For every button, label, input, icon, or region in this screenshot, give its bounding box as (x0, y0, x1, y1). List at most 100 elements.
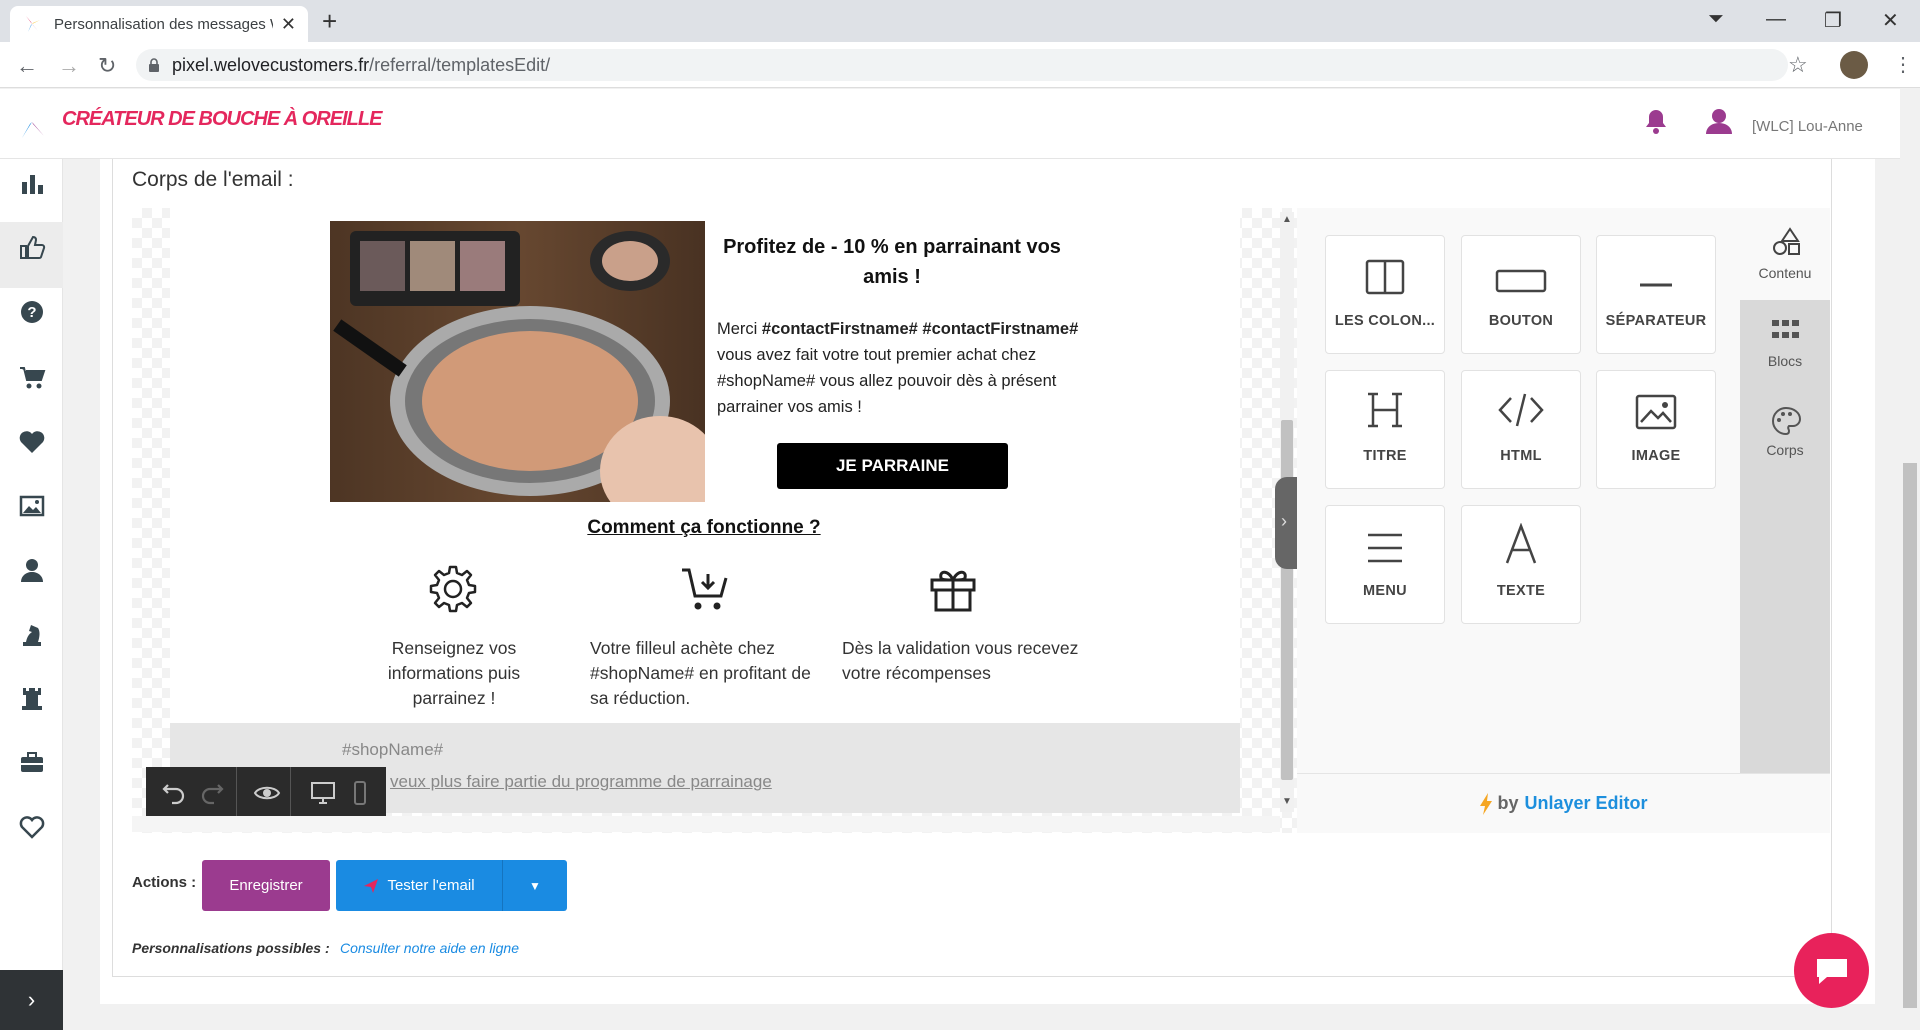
tool-separator[interactable]: SÉPARATEUR (1596, 235, 1716, 354)
tab-blocs[interactable]: Blocs (1740, 353, 1830, 369)
tab-corps[interactable]: Corps (1740, 442, 1830, 458)
unsubscribe-link[interactable]: veux plus faire partie du programme de p… (390, 772, 772, 792)
tool-button[interactable]: BOUTON (1461, 235, 1581, 354)
personalisation-label: Personnalisations possibles : (132, 940, 330, 956)
test-email-dropdown-icon[interactable]: ▼ (502, 860, 567, 911)
tool-separator-label: SÉPARATEUR (1605, 313, 1707, 329)
site-favicon-icon (26, 16, 40, 32)
step-2-text[interactable]: Votre filleul achète chez #shopName# en … (590, 636, 820, 711)
chess-knight-icon[interactable] (18, 620, 46, 648)
user-account-icon[interactable] (1705, 108, 1733, 134)
profile-avatar[interactable] (1840, 51, 1868, 79)
forward-icon[interactable]: → (58, 53, 80, 79)
sidebar-expand-icon[interactable]: › (0, 970, 63, 1030)
unlayer-by: by (1497, 793, 1519, 813)
test-email-button[interactable]: Tester l'email (336, 860, 502, 911)
tab-title: Personnalisation des messages W (54, 15, 273, 33)
footer-shopname[interactable]: #shopName# (342, 740, 443, 760)
reload-icon[interactable]: ↻ (98, 53, 116, 79)
tool-text-label: TEXTE (1496, 583, 1546, 599)
tool-menu-label: MENU (1363, 583, 1407, 599)
canvas-scroll-thumb[interactable] (1281, 420, 1293, 780)
sidebar (0, 159, 63, 1030)
thumbs-up-icon[interactable] (18, 234, 46, 262)
tool-title-label: TITRE (1363, 448, 1407, 464)
tool-menu[interactable]: MENU (1325, 505, 1445, 624)
canvas-horizontal-scrollbar[interactable] (132, 816, 1280, 832)
notification-bell-icon[interactable] (1644, 108, 1668, 134)
email-body-label: Corps de l'email : (132, 168, 294, 191)
svg-text:?: ? (27, 304, 36, 321)
app-logo-icon[interactable] (12, 104, 52, 140)
save-button[interactable]: Enregistrer (202, 860, 330, 911)
help-online-link[interactable]: Consulter notre aide en ligne (340, 940, 519, 956)
cart-icon[interactable] (18, 364, 46, 392)
new-tab-icon[interactable]: + (322, 6, 337, 37)
app-logo-text[interactable]: CRÉATEUR DE BOUCHE À OREILLE (62, 108, 382, 131)
scroll-up-arrow-icon[interactable]: ▲ (1282, 214, 1292, 225)
unlayer-credit[interactable]: by Unlayer Editor (1297, 773, 1830, 833)
redo-icon[interactable] (198, 779, 226, 807)
gift-icon (930, 570, 976, 612)
window-close-icon[interactable]: ✕ (1882, 8, 1899, 33)
minimize-icon[interactable]: — (1766, 8, 1786, 31)
tool-text[interactable]: TEXTE (1461, 505, 1581, 624)
blocks-grid-icon[interactable] (1770, 318, 1802, 344)
back-icon[interactable]: ← (16, 53, 38, 79)
url-host: pixel.welovecustomers.fr (172, 54, 370, 75)
image-block-icon (1635, 394, 1677, 430)
gear-icon (429, 565, 477, 613)
unlayer-editor-link[interactable]: Unlayer Editor (1524, 793, 1647, 814)
url-bar[interactable]: pixel.welovecustomers.fr/referral/templa… (136, 49, 1788, 81)
tool-html[interactable]: HTML (1461, 370, 1581, 489)
body-rest: vous avez fait votre tout premier achat … (717, 346, 1057, 416)
lock-icon (149, 58, 159, 72)
tool-image-label: IMAGE (1631, 448, 1681, 464)
step-1-text[interactable]: Renseignez vos informations puis parrain… (374, 636, 534, 711)
help-icon[interactable]: ? (18, 298, 46, 326)
test-email-label: Tester l'email (387, 877, 475, 894)
how-it-works-title[interactable]: Comment ça fonctionne ? (560, 517, 848, 539)
email-headline[interactable]: Profitez de - 10 % en parrainant vos ami… (722, 232, 1062, 292)
panel-toggle-handle[interactable]: › (1275, 477, 1299, 569)
chrome-menu-down-icon[interactable]: ⏷ (1708, 8, 1724, 31)
makeup-photo[interactable] (330, 221, 705, 502)
code-icon (1498, 393, 1544, 427)
je-parraine-button[interactable]: JE PARRAINE (777, 443, 1008, 489)
palette-icon[interactable] (1770, 405, 1802, 437)
email-body-text[interactable]: Merci #contactFirstname# #contactFirstna… (717, 316, 1079, 420)
browser-menu-icon[interactable]: ⋮ (1893, 52, 1913, 77)
image-icon[interactable] (18, 492, 46, 520)
user-name[interactable]: [WLC] Lou-Anne (1752, 118, 1863, 135)
rook-icon[interactable] (18, 684, 46, 712)
chart-icon[interactable] (18, 170, 46, 198)
url-path: /referral/templatesEdit/ (369, 54, 551, 75)
preview-eye-icon[interactable] (253, 779, 281, 807)
columns-icon (1365, 259, 1405, 295)
shapes-icon[interactable] (1770, 226, 1802, 258)
heart-icon[interactable] (18, 428, 46, 456)
tool-columns[interactable]: LES COLON... (1325, 235, 1445, 354)
tab-close-icon[interactable]: ✕ (281, 14, 296, 35)
heart-outline-icon[interactable] (18, 813, 46, 841)
body-contact-placeholders: #contactFirstname# #contactFirstname# (761, 320, 1079, 338)
browser-tab[interactable]: Personnalisation des messages W ✕ (10, 6, 308, 42)
chat-button[interactable] (1794, 933, 1869, 1008)
bookmark-star-icon[interactable]: ☆ (1788, 52, 1808, 78)
tool-image[interactable]: IMAGE (1596, 370, 1716, 489)
user-icon[interactable] (18, 556, 46, 584)
body-prefix: Merci (717, 320, 762, 338)
menu-icon (1368, 533, 1402, 563)
step-3-text[interactable]: Dès la validation vous recevez votre réc… (842, 636, 1082, 686)
page-scroll-thumb[interactable] (1903, 463, 1917, 1008)
chat-bubble-icon (1816, 958, 1847, 984)
tool-html-label: HTML (1500, 448, 1542, 464)
undo-icon[interactable] (160, 779, 188, 807)
scroll-down-arrow-icon[interactable]: ▼ (1282, 796, 1292, 807)
desktop-view-icon[interactable] (309, 779, 337, 807)
maximize-icon[interactable]: ❐ (1824, 8, 1842, 33)
mobile-view-icon[interactable] (346, 779, 374, 807)
tab-contenu[interactable]: Contenu (1740, 265, 1830, 281)
tool-title[interactable]: TITRE (1325, 370, 1445, 489)
briefcase-icon[interactable] (18, 748, 46, 776)
